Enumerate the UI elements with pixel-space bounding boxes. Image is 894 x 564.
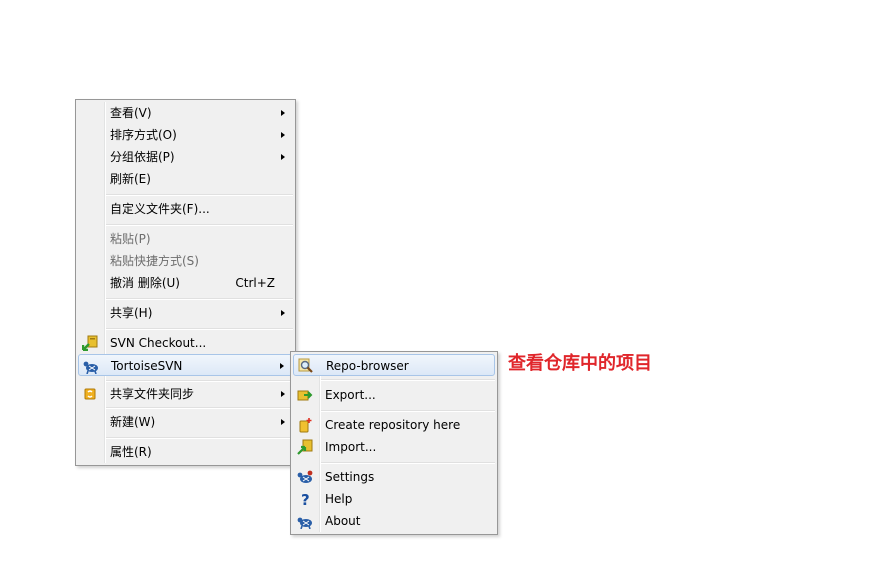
svn-checkout-icon [81, 335, 98, 352]
submenu-arrow-icon [281, 419, 285, 425]
menu-item-sort-by[interactable]: 排序方式(O) [78, 124, 293, 146]
menu-item-customize-folder[interactable]: 自定义文件夹(F)... [78, 198, 293, 220]
submenu-item-import[interactable]: Import... [293, 436, 495, 458]
menu-item-view[interactable]: 查看(V) [78, 102, 293, 124]
menu-separator [106, 437, 293, 439]
create-repository-icon [297, 417, 313, 433]
submenu-item-help[interactable]: ? Help [293, 488, 495, 510]
menu-item-label: SVN Checkout... [110, 336, 207, 350]
submenu-arrow-icon [281, 310, 285, 316]
menu-separator [106, 380, 293, 382]
help-icon: ? [297, 491, 313, 509]
import-icon [297, 439, 313, 455]
menu-item-refresh[interactable]: 刷新(E) [78, 168, 293, 190]
menu-item-tortoisesvn[interactable]: TortoiseSVN [78, 354, 293, 376]
menu-item-label: 粘贴快捷方式(S) [110, 254, 199, 268]
sync-icon [82, 386, 98, 402]
menu-item-label: 属性(R) [110, 445, 152, 459]
menu-separator [321, 410, 495, 412]
about-icon [297, 513, 313, 530]
menu-item-label: 查看(V) [110, 106, 152, 120]
menu-item-label: Export... [325, 388, 376, 402]
menu-item-new[interactable]: 新建(W) [78, 411, 293, 433]
menu-separator [321, 462, 495, 464]
submenu-arrow-icon [281, 154, 285, 160]
submenu-arrow-icon [281, 132, 285, 138]
menu-item-paste-shortcut[interactable]: 粘贴快捷方式(S) [78, 250, 293, 272]
menu-item-label: 粘贴(P) [110, 232, 151, 246]
menu-item-paste[interactable]: 粘贴(P) [78, 228, 293, 250]
menu-item-shortcut: Ctrl+Z [235, 276, 275, 290]
menu-item-label: 撤消 删除(U) [110, 276, 180, 290]
menu-separator [106, 407, 293, 409]
menu-separator [106, 328, 293, 330]
menu-item-label: About [325, 514, 361, 528]
menu-item-label: 自定义文件夹(F)... [110, 202, 210, 216]
menu-item-label: Help [325, 492, 353, 506]
menu-item-group-by[interactable]: 分组依据(P) [78, 146, 293, 168]
menu-item-svn-checkout[interactable]: SVN Checkout... [78, 332, 293, 354]
menu-item-label: 新建(W) [110, 415, 156, 429]
menu-separator [106, 298, 293, 300]
menu-separator [106, 194, 293, 196]
menu-separator [106, 224, 293, 226]
menu-item-properties[interactable]: 属性(R) [78, 441, 293, 463]
menu-separator [321, 379, 495, 381]
menu-item-label: 排序方式(O) [110, 128, 177, 142]
annotation-text: 查看仓库中的项目 [508, 353, 652, 374]
submenu-arrow-icon [281, 110, 285, 116]
submenu-item-repo-browser[interactable]: Repo-browser [293, 354, 495, 376]
export-icon [297, 387, 313, 403]
submenu-arrow-icon [281, 391, 285, 397]
menu-item-label: Create repository here [325, 418, 461, 432]
menu-item-label: 共享文件夹同步 [110, 387, 195, 401]
menu-item-shared-folder-sync[interactable]: 共享文件夹同步 [78, 383, 293, 405]
menu-item-label: Repo-browser [326, 359, 409, 373]
menu-item-label: TortoiseSVN [111, 359, 183, 373]
menu-item-label: Settings [325, 470, 375, 484]
menu-item-label: Import... [325, 440, 377, 454]
submenu-item-about[interactable]: About [293, 510, 495, 532]
context-menu: 查看(V) 排序方式(O) 分组依据(P) 刷新(E) 自定义文件夹(F)...… [75, 99, 296, 466]
menu-item-label: 分组依据(P) [110, 150, 175, 164]
menu-item-label: 刷新(E) [110, 172, 151, 186]
submenu-item-export[interactable]: Export... [293, 384, 495, 406]
svg-text:?: ? [301, 491, 310, 507]
tortoisesvn-icon [83, 358, 99, 375]
menu-item-label: 共享(H) [110, 306, 153, 320]
submenu-item-settings[interactable]: Settings [293, 466, 495, 488]
magnifier-icon [298, 358, 314, 374]
submenu-item-create-repository[interactable]: Create repository here [293, 414, 495, 436]
menu-item-share[interactable]: 共享(H) [78, 302, 293, 324]
menu-item-undo-delete[interactable]: 撤消 删除(U) Ctrl+Z [78, 272, 293, 294]
submenu-arrow-icon [280, 363, 284, 369]
tortoisesvn-submenu: Repo-browser Export... Create repository… [290, 351, 498, 535]
settings-icon [297, 469, 313, 485]
